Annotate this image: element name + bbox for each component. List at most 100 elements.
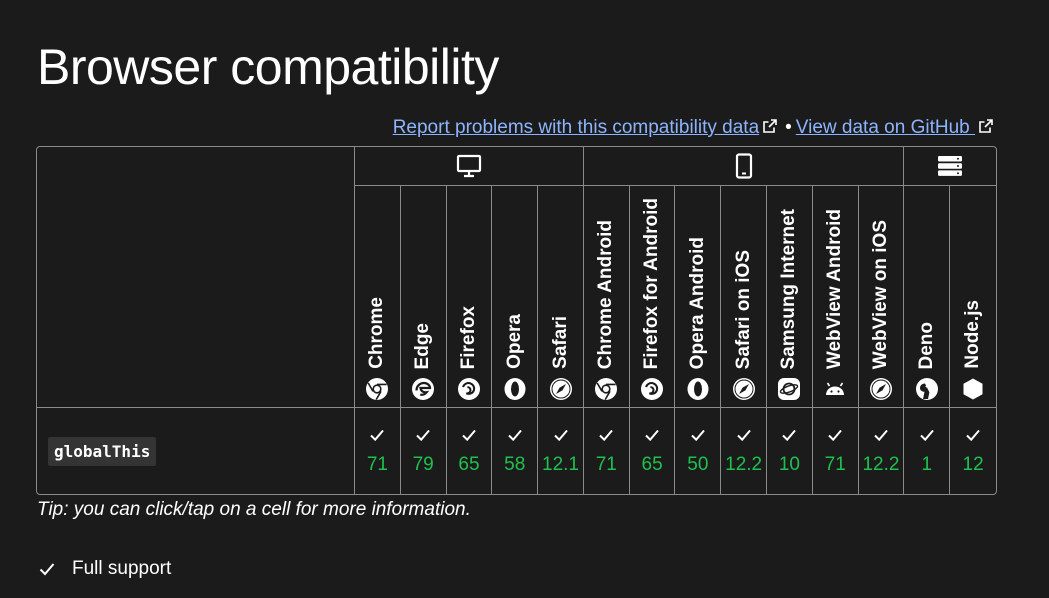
browser-name: Safari on iOS	[732, 249, 754, 369]
platform-mobile	[583, 147, 905, 186]
check-icon	[691, 429, 705, 442]
chrome-icon	[366, 378, 389, 401]
browser-name: Safari	[549, 316, 571, 369]
report-problems-link[interactable]: Report problems with this compatibility …	[393, 117, 759, 138]
version-added: 65	[641, 454, 663, 475]
support-cell[interactable]: 12.2	[721, 408, 768, 494]
support-cell[interactable]: 71	[813, 408, 859, 494]
check-icon	[920, 429, 934, 442]
browser-webview-android: WebView Android	[812, 186, 859, 408]
version-added: 50	[687, 454, 709, 475]
browser-safari: Safari	[538, 186, 584, 408]
version-added: 12	[962, 454, 984, 475]
browser-name: Node.js	[962, 300, 984, 369]
tip-text: Tip: you can click/tap on a cell for mor…	[37, 499, 471, 520]
version-added: 65	[458, 454, 480, 475]
legend-full-support: Full support	[38, 558, 171, 580]
browser-name: Firefox	[457, 305, 479, 369]
browser-chrome: Chrome	[355, 186, 401, 408]
browser-firefox-for-android: Firefox for Android	[629, 186, 676, 408]
version-added: 12.2	[862, 454, 900, 475]
browser-name: Deno	[915, 321, 937, 370]
support-cell[interactable]: 58	[492, 408, 539, 494]
browser-samsung-internet: Samsung Internet	[767, 186, 813, 408]
feature-row: globalThis 71 79 65 58 12.1 71 65 50 12.2 10 71 12.…	[37, 408, 996, 494]
desktop-icon	[456, 154, 482, 178]
compat-links: Report problems with this compatibility …	[393, 117, 997, 139]
support-cell[interactable]: 65	[630, 408, 676, 494]
support-cell[interactable]: 71	[355, 408, 401, 494]
version-added: 12.2	[725, 454, 763, 475]
link-separator: •	[785, 117, 792, 138]
browser-name: Firefox for Android	[641, 197, 663, 369]
legend-label: Full support	[72, 558, 172, 579]
version-added: 1	[921, 454, 933, 475]
browser-name: Edge	[412, 322, 434, 369]
browser-safari-on-ios: Safari on iOS	[721, 186, 768, 408]
version-added: 10	[778, 454, 800, 475]
version-added: 79	[412, 454, 434, 475]
browser-deno: Deno	[904, 186, 951, 408]
safari-icon	[549, 378, 572, 400]
opera-icon	[687, 378, 709, 400]
safari-icon	[732, 378, 755, 400]
check-icon	[966, 429, 980, 442]
browser-chrome-android: Chrome Android	[583, 186, 630, 408]
support-cell[interactable]: 1	[904, 408, 951, 494]
external-link-icon	[979, 119, 993, 133]
browser-opera-android: Opera Android	[675, 186, 722, 408]
check-icon	[39, 563, 55, 576]
firefox-icon	[641, 378, 664, 400]
support-cell[interactable]: 10	[767, 408, 813, 494]
platform-row	[37, 147, 996, 408]
platform-server	[904, 147, 996, 186]
browser-name: WebView on iOS	[869, 219, 891, 369]
opera-icon	[504, 378, 526, 400]
browser-node-js: Node.js	[950, 186, 996, 408]
check-icon	[645, 429, 659, 442]
check-icon	[599, 429, 614, 442]
support-cell[interactable]: 12.1	[538, 408, 584, 494]
check-icon	[416, 429, 430, 442]
version-added: 58	[504, 454, 526, 475]
edge-icon	[412, 378, 435, 400]
browser-edge: Edge	[400, 186, 447, 408]
support-cell[interactable]: 71	[584, 408, 630, 494]
browser-name: Chrome	[366, 297, 388, 369]
support-cell[interactable]: 50	[675, 408, 722, 494]
page-title: Browser compatibility	[37, 39, 499, 95]
browser-name: WebView Android	[824, 208, 846, 369]
version-added: 71	[595, 454, 617, 475]
check-icon	[508, 429, 522, 442]
check-icon	[828, 429, 842, 442]
support-cell[interactable]: 12.2	[859, 408, 905, 494]
view-github-link[interactable]: View data on GitHub	[796, 117, 975, 138]
support-cell[interactable]: 12	[950, 408, 996, 494]
check-icon	[553, 429, 568, 442]
safari-icon	[869, 378, 892, 400]
samsung-internet-icon	[778, 378, 801, 400]
nodejs-icon	[963, 378, 983, 400]
browser-name: Opera Android	[686, 236, 708, 369]
version-added: 71	[824, 454, 846, 475]
deno-icon	[915, 378, 938, 400]
compat-table: Chrome Edge Firefox Opera Safari Chrome Andro…	[36, 146, 997, 495]
check-icon	[782, 429, 797, 442]
table-corner	[37, 147, 355, 408]
mobile-icon	[735, 153, 752, 179]
external-link-icon	[763, 119, 777, 133]
version-added: 71	[366, 454, 388, 475]
browser-opera: Opera	[492, 186, 539, 408]
support-cell[interactable]: 79	[401, 408, 447, 494]
check-icon	[874, 429, 888, 442]
feature-name-cell: globalThis	[37, 408, 355, 494]
server-icon	[938, 156, 963, 176]
support-cell[interactable]: 65	[447, 408, 493, 494]
check-icon	[370, 429, 385, 442]
feature-name: globalThis	[48, 436, 157, 466]
browser-name: Chrome Android	[595, 219, 617, 369]
firefox-icon	[457, 378, 480, 400]
browser-firefox: Firefox	[446, 186, 493, 408]
check-icon	[736, 429, 751, 442]
browser-name: Opera	[503, 314, 525, 369]
